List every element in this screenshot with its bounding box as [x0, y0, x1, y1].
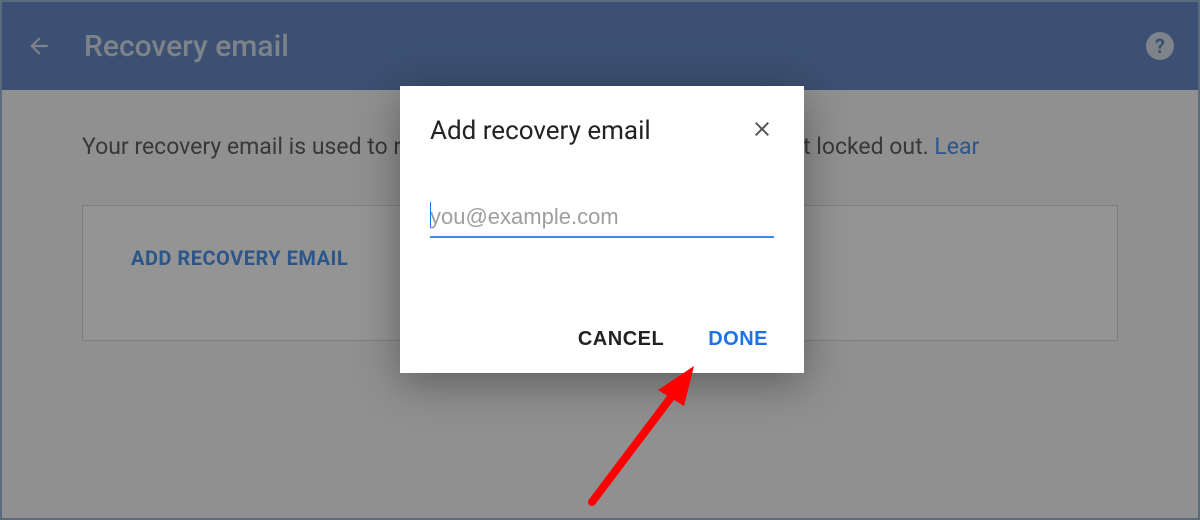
cancel-button[interactable]: CANCEL [578, 328, 664, 351]
dialog-actions: CANCEL DONE [430, 328, 774, 351]
close-icon[interactable] [750, 117, 774, 145]
recovery-email-input[interactable] [430, 200, 774, 238]
add-recovery-email-dialog: Add recovery email CANCEL DONE [400, 86, 804, 373]
dialog-header: Add recovery email [430, 116, 774, 146]
dialog-title: Add recovery email [430, 116, 651, 146]
email-field-wrapper [430, 200, 774, 238]
done-button[interactable]: DONE [708, 328, 768, 351]
text-caret [430, 202, 431, 228]
